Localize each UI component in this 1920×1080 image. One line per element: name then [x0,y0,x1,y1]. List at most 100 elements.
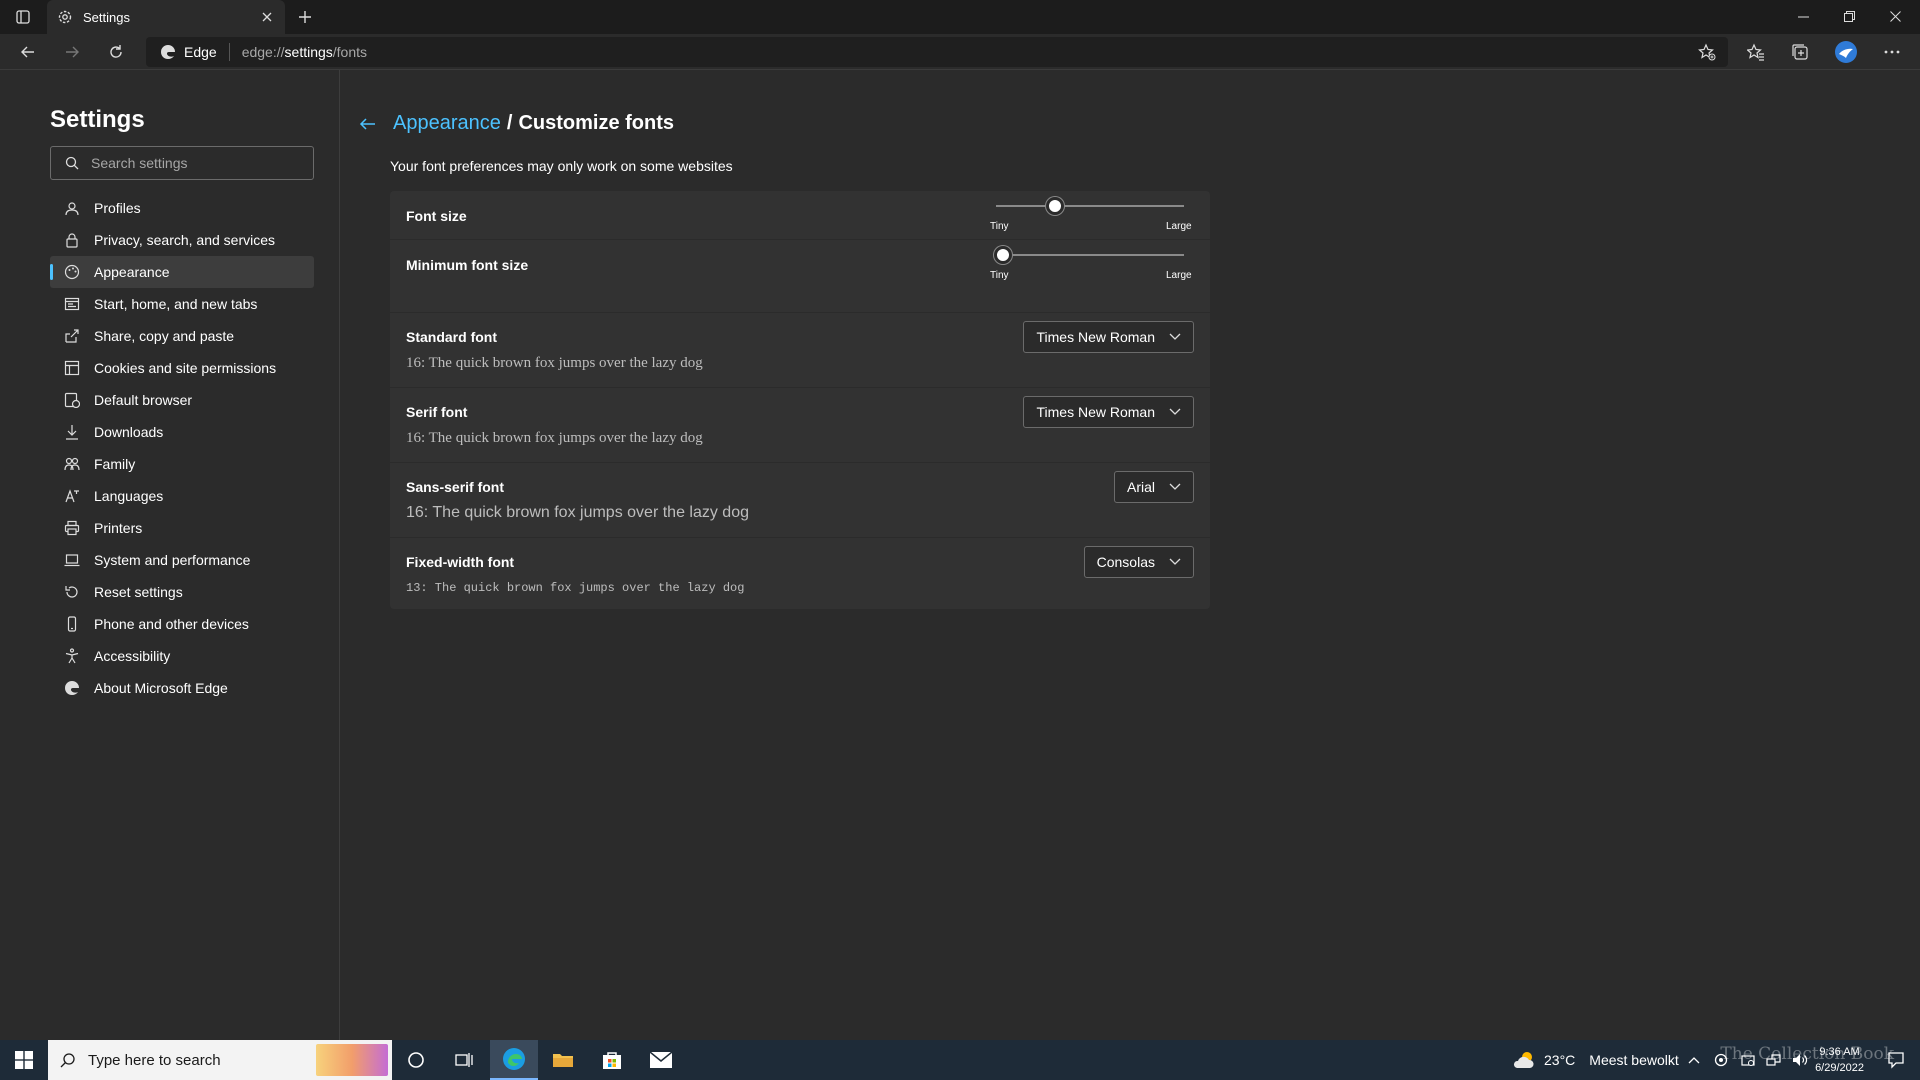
mail-button[interactable] [637,1040,685,1080]
arrow-left-icon [359,117,375,130]
accessibility-icon [64,648,80,664]
slider-max-label: Large [1166,270,1192,281]
font-size-label: Font size [406,208,467,224]
sidebar-item-languages[interactable]: Languages [50,480,314,512]
chevron-up-icon[interactable] [1688,1056,1700,1064]
fixed-width-font-dropdown[interactable]: Consolas [1083,546,1194,578]
tab-actions-button[interactable] [8,4,38,30]
sidebar-item-about-microsoft-edge[interactable]: About Microsoft Edge [50,672,314,704]
taskbar-search[interactable]: Type here to search [48,1040,392,1080]
browser-icon [64,392,80,408]
profile-button[interactable] [1830,38,1862,66]
slider-thumb[interactable] [994,246,1012,264]
back-button[interactable] [12,38,44,66]
search-input[interactable] [91,155,301,171]
sidebar-item-privacy-search-and-services[interactable]: Privacy, search, and services [50,224,314,256]
collections-button[interactable] [1784,38,1816,66]
plus-icon [299,11,311,23]
profile-icon [64,200,80,216]
file-explorer-button[interactable] [539,1040,587,1080]
serif-font-dropdown[interactable]: Times New Roman [1023,396,1194,428]
printer-icon [64,520,80,536]
weather-temperature: 23°C [1544,1052,1576,1068]
sidebar-item-default-browser[interactable]: Default browser [50,384,314,416]
fixed-width-font-row: Fixed-width font 13: The quick brown fox… [390,538,1210,609]
close-window-button[interactable] [1872,0,1918,32]
sidebar-item-label: Family [94,456,136,472]
favorites-button[interactable] [1740,38,1772,66]
font-size-row: Font size Tiny Large [390,191,1210,240]
sidebar-item-family[interactable]: Family [50,448,314,480]
refresh-button[interactable] [100,38,132,66]
standard-font-dropdown[interactable]: Times New Roman [1023,321,1194,353]
gear-icon [58,10,72,24]
notification-icon [1888,1052,1904,1069]
tab-title: Settings [83,9,130,25]
minimize-icon [1797,16,1809,17]
sidebar-item-label: Phone and other devices [94,616,249,632]
fixed-width-font-label: Fixed-width font [406,554,515,570]
task-view-icon [455,1053,473,1067]
search-box[interactable] [50,146,314,180]
weather-widget[interactable]: 23°C Meest bewolkt [1512,1040,1679,1080]
browser-toolbar: Edge edge://settings/fonts [0,34,1920,70]
sans-serif-font-dropdown[interactable]: Arial [1113,471,1194,503]
tab-settings[interactable]: Settings [47,0,285,34]
restore-button[interactable] [1826,0,1872,32]
settings-nav: Profiles Privacy, search, and services App… [50,192,314,704]
sidebar-item-label: Languages [94,488,164,504]
url-prefix: edge:// [241,44,285,60]
sidebar-item-phone-and-other-devices[interactable]: Phone and other devices [50,608,314,640]
slider-min-label: Tiny [990,270,1009,281]
sidebar-item-appearance[interactable]: Appearance [50,256,314,288]
address-bar[interactable]: Edge edge://settings/fonts [146,37,1728,67]
new-tab-button[interactable] [292,4,318,30]
minimize-button[interactable] [1780,0,1826,32]
task-view-button[interactable] [440,1040,488,1080]
slider-thumb[interactable] [1045,197,1064,215]
page-title: Customize fonts [518,112,674,134]
breadcrumb-appearance-link[interactable]: Appearance [393,112,501,135]
sidebar-item-start-home-and-new-tabs[interactable]: Start, home, and new tabs [50,288,314,320]
sidebar-item-cookies-and-site-permissions[interactable]: Cookies and site permissions [50,352,314,384]
family-icon [64,456,80,472]
sidebar-item-system-and-performance[interactable]: System and performance [50,544,314,576]
title-bar: Settings [0,0,1920,34]
font-size-slider[interactable]: Tiny Large [990,195,1192,235]
laptop-icon [64,552,80,568]
sidebar-item-share-copy-and-paste[interactable]: Share, copy and paste [50,320,314,352]
lock-icon [64,232,80,248]
more-button[interactable] [1876,38,1908,66]
fixed-width-font-value: Consolas [1096,554,1155,570]
edge-chip[interactable]: Edge [146,43,230,61]
start-button[interactable] [0,1040,48,1080]
serif-font-row: Serif font 16: The quick brown fox jumps… [390,388,1210,463]
minimum-font-size-slider[interactable]: Tiny Large [990,244,1192,284]
url-text[interactable]: edge://settings/fonts [242,44,367,60]
sidebar-item-label: Accessibility [94,648,171,664]
add-favorite-icon[interactable] [1698,43,1716,61]
store-button[interactable] [588,1040,636,1080]
fixed-width-font-sample: 13: The quick brown fox jumps over the l… [406,581,745,595]
slider-max-label: Large [1166,221,1192,232]
sidebar-item-reset-settings[interactable]: Reset settings [50,576,314,608]
sidebar-item-accessibility[interactable]: Accessibility [50,640,314,672]
breadcrumb-separator: / [506,112,513,134]
edge-icon [161,45,175,59]
sidebar-item-downloads[interactable]: Downloads [50,416,314,448]
notifications-button[interactable] [1872,1040,1920,1080]
back-link[interactable] [359,113,381,135]
cortana-button[interactable] [392,1040,440,1080]
forward-button[interactable] [56,38,88,66]
sidebar-item-profiles[interactable]: Profiles [50,192,314,224]
edge-taskbar-button[interactable] [490,1040,538,1080]
sidebar-item-label: Reset settings [94,584,183,600]
search-icon [60,1053,75,1068]
sidebar-item-printers[interactable]: Printers [50,512,314,544]
tab-close-button[interactable] [259,9,275,25]
reset-icon [64,584,80,600]
standard-font-row: Standard font 16: The quick brown fox ju… [390,313,1210,388]
store-icon [603,1052,621,1069]
serif-font-value: Times New Roman [1036,404,1155,420]
refresh-icon [110,45,122,58]
